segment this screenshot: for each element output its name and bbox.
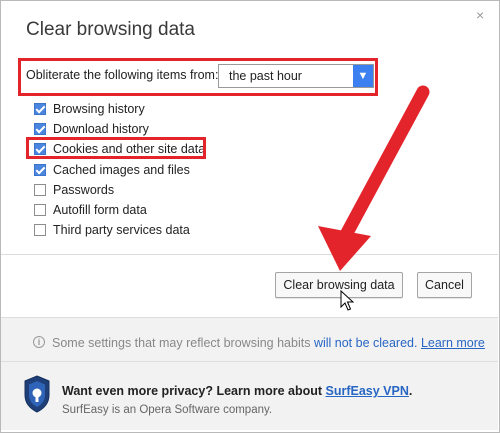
promo-prefix: Want even more privacy? Learn more about bbox=[62, 384, 326, 398]
info-prefix: Some settings that may reflect browsing … bbox=[52, 336, 314, 350]
items-checklist: Browsing history Download history Cookie… bbox=[34, 99, 205, 240]
info-icon: i bbox=[33, 336, 45, 348]
clear-browsing-data-button[interactable]: Clear browsing data bbox=[275, 272, 403, 298]
item-label: Third party services data bbox=[53, 223, 190, 238]
obliterate-label: Obliterate the following items from: bbox=[26, 68, 219, 82]
dialog-title: Clear browsing data bbox=[26, 19, 195, 40]
divider bbox=[1, 361, 498, 362]
item-label: Browsing history bbox=[53, 102, 145, 117]
checkbox[interactable] bbox=[34, 183, 46, 196]
divider bbox=[1, 254, 498, 255]
checkbox[interactable] bbox=[34, 163, 46, 176]
learn-more-link[interactable]: Learn more bbox=[421, 336, 485, 350]
promo-subtext: SurfEasy is an Opera Software company. bbox=[62, 404, 273, 416]
item-autofill[interactable]: Autofill form data bbox=[34, 200, 205, 220]
item-label: Autofill form data bbox=[53, 203, 147, 218]
checkbox[interactable] bbox=[34, 123, 46, 136]
surfeasy-vpn-link[interactable]: SurfEasy VPN bbox=[326, 384, 409, 398]
info-text: Some settings that may reflect browsing … bbox=[52, 336, 485, 350]
promo-text: Want even more privacy? Learn more about… bbox=[62, 384, 412, 398]
surfeasy-shield-icon bbox=[24, 375, 50, 413]
item-browsing-history[interactable]: Browsing history bbox=[34, 99, 205, 119]
checkbox[interactable] bbox=[34, 103, 46, 116]
promo-suffix: . bbox=[408, 384, 413, 398]
item-third-party[interactable]: Third party services data bbox=[34, 220, 205, 240]
item-label: Passwords bbox=[53, 182, 115, 197]
close-icon[interactable]: × bbox=[476, 8, 484, 22]
chevron-down-icon[interactable]: ▼ bbox=[353, 65, 373, 87]
checkbox[interactable] bbox=[34, 224, 46, 237]
item-label: Download history bbox=[53, 122, 149, 137]
item-passwords[interactable]: Passwords bbox=[34, 180, 205, 200]
time-range-select[interactable]: the past hour ▼ bbox=[218, 64, 374, 88]
item-label: Cached images and files bbox=[53, 162, 190, 177]
mouse-cursor-icon bbox=[340, 290, 354, 311]
item-cached-images[interactable]: Cached images and files bbox=[34, 160, 205, 180]
cancel-button[interactable]: Cancel bbox=[417, 272, 472, 298]
info-highlight: will not be cleared. bbox=[313, 336, 418, 350]
checkbox[interactable] bbox=[34, 204, 46, 217]
cookies-highlight-box bbox=[26, 137, 206, 159]
time-range-value: the past hour bbox=[229, 69, 302, 83]
